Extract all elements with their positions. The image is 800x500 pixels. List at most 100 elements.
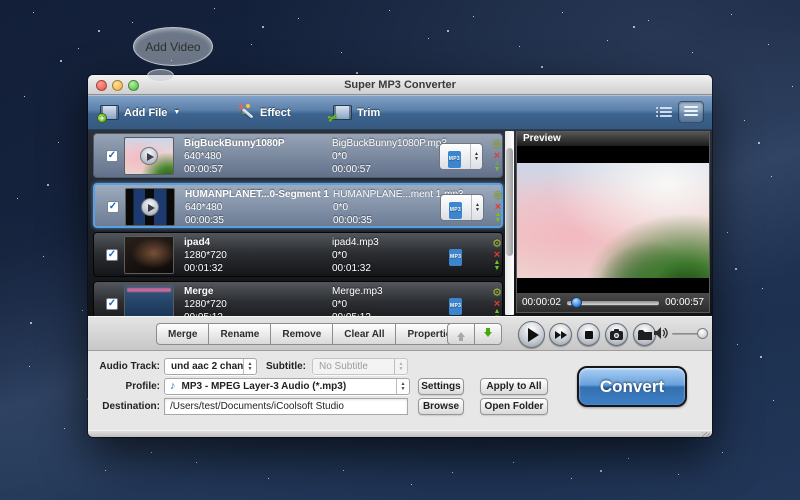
preview-title: Preview — [517, 132, 709, 147]
list-scrollbar[interactable] — [505, 131, 514, 315]
clear-all-button[interactable]: Clear All — [332, 323, 396, 345]
speaker-icon — [654, 327, 668, 340]
folder-icon — [638, 329, 652, 340]
trim-label: Trim — [357, 107, 380, 119]
file-row[interactable]: ✓ BigBuckBunny1080P 640*480 00:00:57 Big… — [93, 133, 503, 178]
move-down-button[interactable] — [474, 323, 502, 345]
add-file-button[interactable]: + Add File ▼ — [100, 95, 180, 130]
trim-film-icon: ✂ — [333, 105, 352, 120]
stop-button[interactable] — [577, 323, 600, 346]
snapshot-button[interactable] — [605, 323, 628, 346]
list-view-button[interactable] — [678, 101, 704, 123]
format-stepper[interactable]: ▲▼ — [471, 195, 483, 220]
mp3-note-icon: ♪MP3 — [451, 146, 460, 165]
scrollbar-thumb[interactable] — [506, 148, 513, 256]
open-folder-button[interactable]: Open Folder — [480, 398, 548, 415]
convert-button[interactable]: Convert — [577, 366, 687, 407]
remove-button[interactable]: Remove — [270, 323, 333, 345]
file-name: ipad4 — [184, 236, 328, 249]
camera-icon — [610, 329, 623, 340]
preview-video[interactable] — [517, 147, 709, 293]
video-thumbnail — [125, 188, 175, 226]
check-icon: ✓ — [108, 150, 116, 161]
row-checkbox[interactable]: ✓ — [106, 298, 118, 310]
row-settings-icon[interactable]: ⚙ — [492, 239, 502, 250]
seek-slider-thumb[interactable] — [571, 297, 582, 308]
row-settings-icon[interactable]: ⚙ — [492, 140, 502, 151]
add-video-tooltip-tail — [147, 69, 174, 82]
open-output-button[interactable] — [633, 323, 656, 346]
file-resolution: 1280*720 — [184, 298, 328, 311]
row-checkbox[interactable]: ✓ — [106, 249, 118, 261]
list-action-buttons: Merge Rename Remove Clear All Properties — [156, 323, 469, 345]
row-remove-icon[interactable]: × — [494, 299, 500, 309]
row-move-down-icon[interactable]: ▼ — [495, 218, 502, 224]
fast-forward-icon — [555, 331, 567, 339]
play-overlay-icon[interactable] — [141, 198, 159, 216]
file-name: HUMANPLANET...0-Segment 1 — [185, 188, 329, 201]
play-button[interactable] — [518, 321, 545, 348]
rename-button[interactable]: Rename — [208, 323, 271, 345]
effect-wand-icon — [238, 104, 255, 121]
check-icon: ✓ — [109, 201, 117, 212]
destination-label: Destination: — [88, 401, 160, 412]
settings-button[interactable]: Settings — [418, 378, 464, 395]
title-bar[interactable]: Super MP3 Converter — [88, 75, 712, 95]
volume-slider-thumb[interactable] — [697, 328, 708, 339]
fast-forward-button[interactable] — [549, 323, 572, 346]
window-title: Super MP3 Converter — [88, 79, 712, 91]
seek-bar: 00:00:02 00:00:57 — [517, 293, 709, 312]
mp3-note-icon: ♪MP3 — [452, 244, 461, 263]
output-resolution: 0*0 — [332, 298, 444, 311]
output-name: BigBuckBunny1080P.mp3 — [332, 137, 444, 150]
resize-grip[interactable] — [702, 432, 710, 437]
row-checkbox[interactable]: ✓ — [106, 150, 118, 162]
file-resolution: 1280*720 — [184, 249, 328, 262]
row-move-up-icon[interactable]: ▲ — [494, 161, 501, 167]
profile-select[interactable]: ♪ MP3 - MPEG Layer-3 Audio (*.mp3) ▲▼ — [164, 378, 410, 395]
row-remove-icon[interactable]: × — [494, 250, 500, 260]
effect-button[interactable]: Effect — [238, 95, 291, 130]
file-duration: 00:01:32 — [184, 262, 328, 275]
apply-to-all-button[interactable]: Apply to All — [480, 378, 548, 395]
format-dropdown[interactable]: ♪MP3 ▲▼ — [440, 194, 484, 221]
destination-input[interactable] — [164, 398, 408, 415]
chevron-down-icon: ▼ — [173, 109, 180, 116]
row-settings-icon[interactable]: ⚙ — [493, 191, 503, 202]
file-row-selected[interactable]: ✓ HUMANPLANET...0-Segment 1 640*480 00:0… — [93, 183, 503, 228]
main-toolbar: + Add File ▼ Effect ✂ Trim — [88, 95, 712, 130]
play-overlay-icon[interactable] — [140, 147, 158, 165]
browse-button[interactable]: Browse — [418, 398, 464, 415]
seek-slider[interactable] — [567, 301, 659, 305]
file-row[interactable]: ✓ ipad4 1280*720 00:01:32 ipad4.mp3 0*0 … — [93, 232, 503, 277]
row-remove-icon[interactable]: × — [495, 202, 501, 212]
row-move-down-icon[interactable]: ▼ — [494, 167, 501, 173]
effect-label: Effect — [260, 107, 291, 119]
video-thumbnail — [124, 236, 174, 274]
move-up-button[interactable] — [447, 323, 475, 345]
file-name: Merge — [184, 285, 328, 298]
file-list: ✓ BigBuckBunny1080P 640*480 00:00:57 Big… — [88, 130, 712, 316]
control-bar: Merge Rename Remove Clear All Properties — [88, 316, 712, 351]
row-settings-icon[interactable]: ⚙ — [492, 288, 502, 299]
volume-slider[interactable] — [672, 333, 706, 335]
format-dropdown[interactable]: ♪MP3 ▲▼ — [439, 143, 483, 170]
merge-button[interactable]: Merge — [156, 323, 209, 345]
row-move-down-icon[interactable]: ▼ — [494, 266, 501, 272]
detail-view-button[interactable] — [656, 105, 672, 119]
file-resolution: 640*480 — [185, 201, 329, 214]
row-remove-icon[interactable]: × — [494, 151, 500, 161]
stop-icon — [585, 331, 593, 339]
output-duration: 00:00:57 — [332, 163, 444, 176]
file-duration: 00:00:57 — [184, 163, 328, 176]
app-window: Super MP3 Converter + Add File ▼ Effect … — [88, 75, 712, 437]
trim-button[interactable]: ✂ Trim — [333, 95, 380, 130]
output-resolution: 0*0 — [332, 249, 444, 262]
subtitle-select[interactable]: No Subtitle ▲▼ — [312, 358, 408, 375]
scissors-icon: ✂ — [326, 110, 340, 127]
row-checkbox[interactable]: ✓ — [107, 201, 119, 213]
star-field-bright — [0, 0, 2, 2]
format-stepper[interactable]: ▲▼ — [470, 144, 482, 169]
file-duration: 00:00:35 — [185, 214, 329, 227]
mp3-note-icon: ♪MP3 — [452, 293, 461, 312]
